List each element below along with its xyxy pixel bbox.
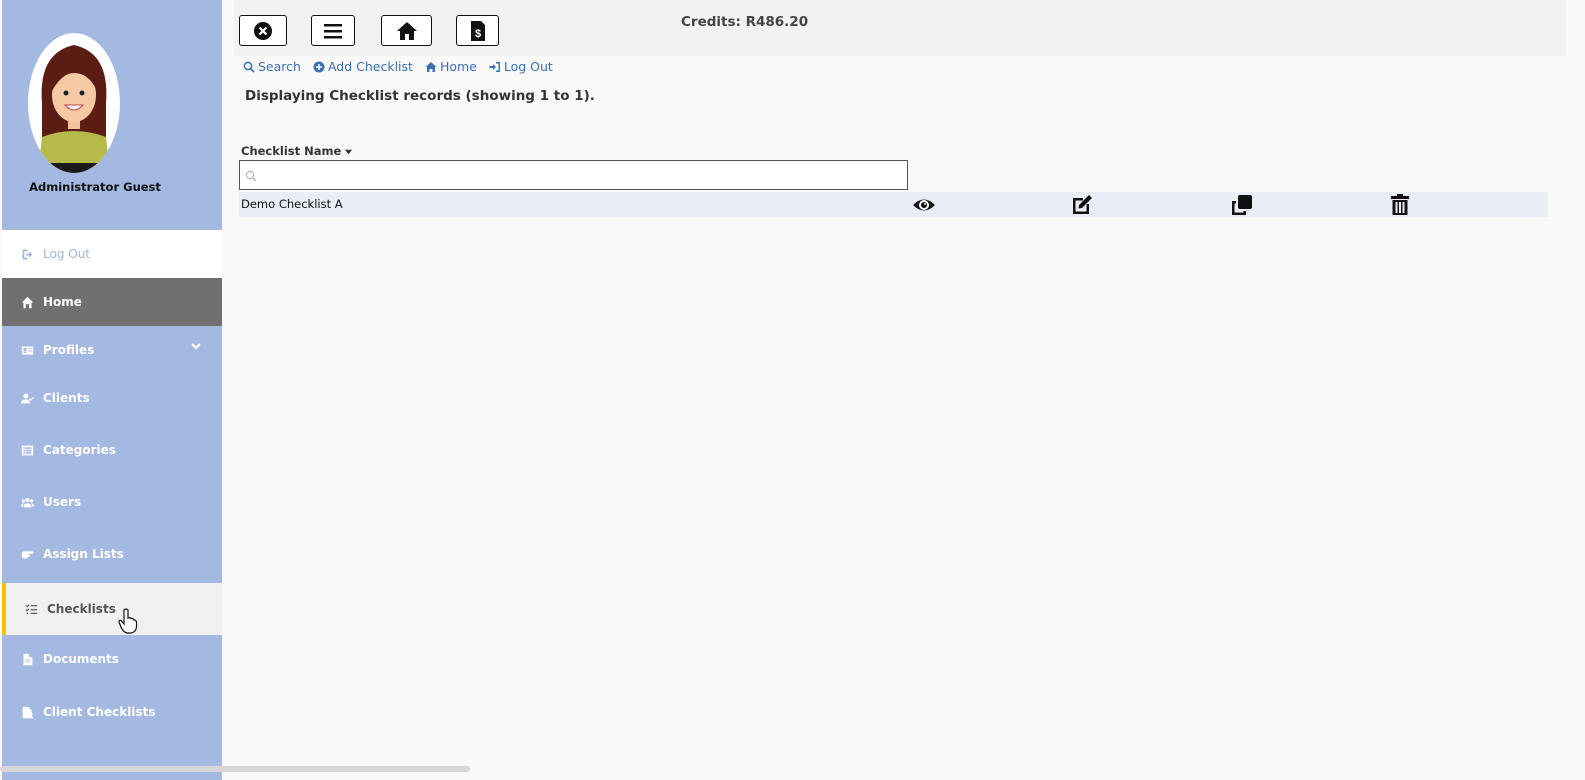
action-links: Search Add Checklist Home Log Out <box>243 59 553 74</box>
view-button[interactable] <box>911 192 937 217</box>
sidebar-item-client-checklists[interactable]: Client Checklists <box>2 688 222 736</box>
sidebar-item-label: Assign Lists <box>43 547 124 561</box>
users-icon <box>20 495 34 509</box>
delete-icon <box>1391 193 1409 215</box>
top-toolbar: $ <box>234 0 1566 56</box>
sort-down-icon <box>345 149 353 154</box>
invoice-button[interactable]: $ <box>456 15 499 46</box>
logout-link-label: Log Out <box>503 59 553 74</box>
sidebar-item-checklists[interactable]: Checklists <box>2 583 222 635</box>
sidebar-item-home[interactable]: Home <box>2 278 222 326</box>
sign-in-icon <box>489 61 500 72</box>
tasks-icon <box>24 602 38 616</box>
file-icon <box>20 652 34 666</box>
table-row[interactable]: Demo Checklist A <box>239 192 1548 217</box>
copy-button[interactable] <box>1229 192 1255 217</box>
horizontal-scrollbar[interactable] <box>0 766 470 772</box>
search-link-label: Search <box>258 59 301 74</box>
sidebar-logout-label: Log Out <box>43 247 91 261</box>
sidebar-item-label: Categories <box>43 443 116 457</box>
plus-circle-icon <box>313 61 325 72</box>
home-icon <box>425 61 437 72</box>
chevron-down-icon[interactable] <box>190 340 202 352</box>
add-checklist-label: Add Checklist <box>327 59 413 74</box>
sidebar-item-label: Clients <box>43 391 90 405</box>
logout-link[interactable]: Log Out <box>489 59 553 74</box>
sidebar-item-assign-lists[interactable]: Assign Lists <box>2 530 222 578</box>
credits-balance: Credits: R486.20 <box>681 14 809 30</box>
search-input[interactable] <box>262 163 896 189</box>
invoice-icon: $ <box>470 20 485 41</box>
search-link[interactable]: Search <box>243 59 301 74</box>
sidebar: Administrator Guest Log Out Home Profile… <box>2 0 222 780</box>
close-button[interactable] <box>239 15 287 46</box>
page-title: Displaying Checklist records (showing 1 … <box>245 88 595 104</box>
hand-cursor-icon <box>118 608 138 634</box>
menu-icon <box>324 23 342 38</box>
svg-text:$: $ <box>474 28 480 40</box>
home-link[interactable]: Home <box>425 59 477 74</box>
column-header-checklist-name[interactable]: Checklist Name <box>241 144 353 158</box>
list-alt-icon <box>20 443 34 457</box>
sidebar-item-label: Checklists <box>47 602 116 616</box>
hand-pointing-icon <box>20 547 34 561</box>
sidebar-item-profiles[interactable]: Profiles <box>2 326 222 374</box>
user-profile: Administrator Guest <box>2 0 222 230</box>
close-icon <box>254 21 272 40</box>
sidebar-item-label: Documents <box>43 652 119 666</box>
sidebar-logout[interactable]: Log Out <box>2 230 222 278</box>
file-user-icon <box>20 705 34 719</box>
home-icon <box>396 21 417 40</box>
menu-button[interactable] <box>311 15 355 46</box>
edit-icon <box>1073 194 1092 214</box>
avatar <box>28 33 120 173</box>
user-check-icon <box>20 391 34 405</box>
column-header-label: Checklist Name <box>241 144 342 158</box>
sign-out-icon <box>20 247 34 261</box>
sidebar-item-label: Users <box>43 495 82 509</box>
copy-icon <box>1232 194 1252 215</box>
sidebar-item-documents[interactable]: Documents <box>2 635 222 683</box>
sidebar-item-users[interactable]: Users <box>2 478 222 526</box>
delete-button[interactable] <box>1387 192 1413 217</box>
sidebar-item-categories[interactable]: Categories <box>2 426 222 474</box>
search-icon <box>243 61 255 73</box>
id-card-icon <box>20 343 34 357</box>
add-checklist-link[interactable]: Add Checklist <box>313 59 413 74</box>
sidebar-item-label: Client Checklists <box>43 705 156 719</box>
home-button[interactable] <box>381 15 432 46</box>
checklist-name-filter <box>239 160 908 190</box>
home-link-label: Home <box>439 59 477 74</box>
search-icon <box>245 170 257 182</box>
sidebar-item-label: Profiles <box>43 343 95 357</box>
edit-button[interactable] <box>1069 192 1095 217</box>
user-name: Administrator Guest <box>29 180 161 194</box>
sidebar-item-clients[interactable]: Clients <box>2 374 222 422</box>
sidebar-item-label: Home <box>43 295 82 309</box>
checklist-name-cell: Demo Checklist A <box>241 197 343 211</box>
view-icon <box>913 199 935 210</box>
home-icon <box>20 295 34 309</box>
